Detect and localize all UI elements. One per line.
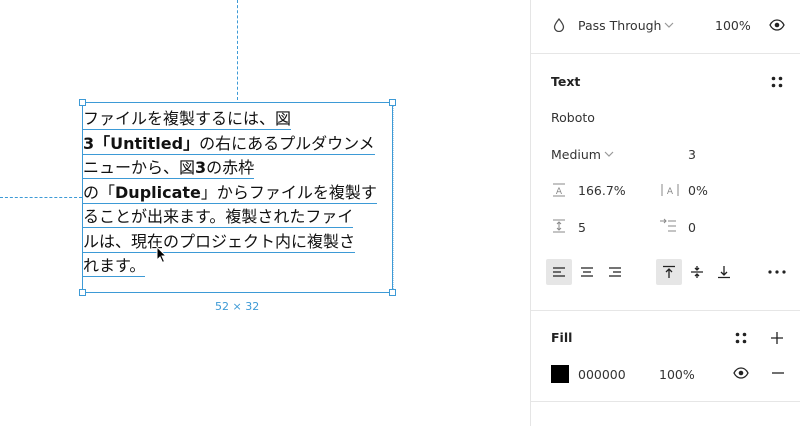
fill-color-swatch[interactable] (551, 365, 569, 383)
align-right-button[interactable] (602, 259, 628, 285)
text-line: 3「Untitled」の右にあるプルダウンメ (83, 132, 395, 157)
resize-handle-top-right[interactable] (389, 99, 396, 106)
line-height-input[interactable]: 166.7% (578, 183, 626, 198)
fill-section-title: Fill (551, 330, 573, 345)
align-left-button[interactable] (546, 259, 572, 285)
align-middle-button[interactable] (684, 259, 710, 285)
text-line-content: ファイルを複製するには、図 (83, 109, 292, 130)
styles-grid-icon[interactable] (769, 74, 785, 90)
more-options-icon[interactable] (767, 263, 787, 281)
line-height-icon: A (550, 181, 568, 199)
text-line: ることが出来ます。複製されたファイ (83, 205, 395, 230)
eye-icon[interactable] (768, 16, 786, 34)
font-family-select[interactable]: Roboto (551, 110, 595, 125)
fill-hex-input[interactable]: 000000 (578, 367, 626, 382)
align-center-button[interactable] (574, 259, 600, 285)
text-line: ニューから、図3の赤枠 (83, 156, 395, 181)
text-line-content: 3「Untitled」の右にあるプルダウンメ (83, 133, 375, 155)
paragraph-spacing-input[interactable]: 5 (578, 220, 586, 235)
fill-opacity-input[interactable]: 100% (659, 367, 695, 382)
divider (531, 401, 800, 402)
align-bottom-button[interactable] (711, 259, 737, 285)
divider (531, 53, 800, 54)
text-line-content: ることが出来ます。複製されたファイ (83, 207, 354, 228)
mouse-cursor-icon (156, 246, 168, 264)
resize-handle-top-left[interactable] (79, 99, 86, 106)
text-line: ファイルを複製するには、図 (83, 107, 395, 132)
paragraph-indent-icon (657, 217, 679, 235)
blend-drop-icon (551, 17, 567, 33)
align-middle-icon (691, 266, 703, 278)
text-line: の「Duplicate」からファイルを複製す (83, 181, 395, 206)
resize-handle-bottom-left[interactable] (79, 289, 86, 296)
properties-panel: Pass Through 100% Text Roboto Medium 3 A… (530, 0, 800, 426)
divider (531, 310, 800, 311)
horizontal-guide (0, 197, 82, 198)
align-center-icon (581, 267, 593, 277)
text-line-content: れます。 (83, 256, 146, 277)
align-top-icon (663, 265, 675, 278)
text-layer[interactable]: ファイルを複製するには、図 3「Untitled」の右にあるプルダウンメ ニューから… (83, 107, 395, 279)
paragraph-spacing-icon (550, 217, 568, 235)
add-fill-icon[interactable] (768, 329, 786, 347)
text-line-content: ニューから、図3の赤枠 (83, 158, 255, 179)
fill-styles-icon[interactable] (733, 330, 749, 346)
text-line-content: ルは、現在のプロジェクト内に複製さ (83, 231, 356, 253)
font-weight-select[interactable]: Medium (551, 147, 601, 162)
align-right-icon (609, 267, 621, 277)
paragraph-indent-input[interactable]: 0 (688, 220, 696, 235)
text-section-title: Text (551, 74, 581, 89)
chevron-down-icon[interactable] (603, 147, 615, 161)
svg-text:A: A (667, 187, 674, 197)
letter-spacing-input[interactable]: 0% (688, 183, 708, 198)
design-canvas[interactable]: ファイルを複製するには、図 3「Untitled」の右にあるプルダウンメ ニューから… (0, 0, 530, 426)
align-bottom-icon (718, 266, 730, 279)
eye-icon[interactable] (732, 364, 750, 382)
align-top-button[interactable] (656, 259, 682, 285)
text-line: れます。 (83, 254, 395, 279)
layer-opacity[interactable]: 100% (715, 18, 751, 33)
svg-text:A: A (556, 187, 563, 197)
letter-spacing-icon: A (659, 181, 681, 199)
blend-mode-select[interactable]: Pass Through (578, 18, 661, 33)
text-line-content: の「Duplicate」からファイルを複製す (83, 182, 377, 204)
chevron-down-icon[interactable] (663, 18, 675, 32)
align-left-icon (553, 267, 565, 277)
dimension-label: 52 × 32 (215, 300, 260, 313)
vertical-guide (237, 0, 238, 100)
text-line: ルは、現在のプロジェクト内に複製さ (83, 230, 395, 255)
font-size-input[interactable]: 3 (688, 147, 696, 162)
remove-fill-icon[interactable] (769, 364, 787, 382)
resize-handle-bottom-right[interactable] (389, 289, 396, 296)
